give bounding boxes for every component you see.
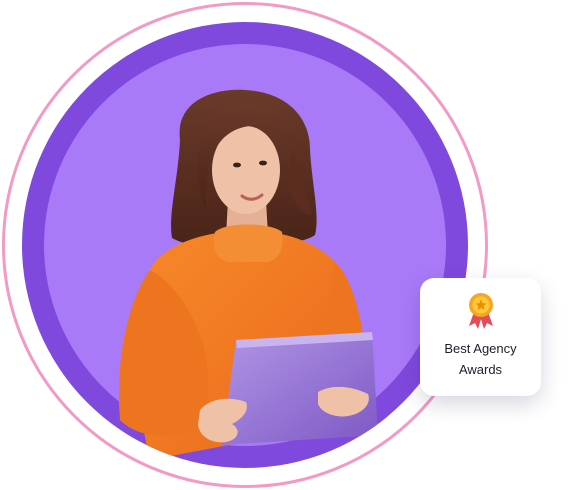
award-title-line-1: Best Agency: [444, 341, 517, 356]
award-title: Best Agency Awards: [426, 338, 536, 380]
woman-with-tablet-image: [118, 89, 378, 460]
hero-visual: Best Agency Awards: [0, 0, 571, 490]
award-card: Best Agency Awards: [420, 278, 541, 396]
award-ribbon-icon: [468, 293, 493, 329]
award-title-line-2: Awards: [458, 362, 503, 377]
